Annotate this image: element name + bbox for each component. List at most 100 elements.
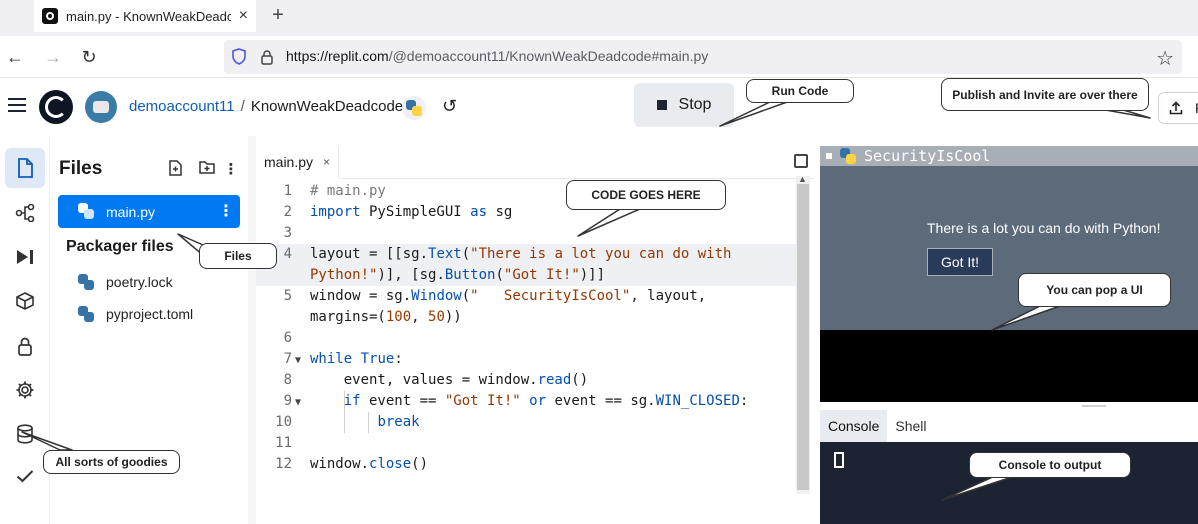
code-line: import PySimpleGUI as sg xyxy=(310,204,513,220)
url-path: /@demoaccount11/KnownWeakDeadcode#main.p… xyxy=(388,48,709,64)
file-options-icon[interactable]: ⋮ xyxy=(218,201,234,221)
callout-console-output: Console to output xyxy=(969,452,1131,478)
git-tool-icon[interactable] xyxy=(5,193,45,233)
files-panel-title: Files xyxy=(59,158,103,179)
output-window-titlebar: SecurityIsCool xyxy=(820,146,1198,166)
shield-icon xyxy=(232,48,246,65)
secrets-lock-icon[interactable] xyxy=(5,326,45,366)
output-message: There is a lot you can do with Python! xyxy=(927,220,1161,236)
forward-button[interactable]: → xyxy=(40,44,66,70)
code-line: event, values = window.read() xyxy=(310,372,589,388)
code-line: # main.py xyxy=(310,183,386,199)
file-name: poetry.lock xyxy=(106,274,173,290)
line-number: 5 xyxy=(283,288,292,304)
callout-publish: Publish and Invite are over there xyxy=(941,78,1149,111)
close-editor-tab-icon[interactable]: × xyxy=(323,155,330,169)
output-window-title: SecurityIsCool xyxy=(864,147,991,165)
editor-menu-icon[interactable] xyxy=(794,154,808,168)
debugger-tool-icon[interactable] xyxy=(5,237,45,277)
callout-goodies: All sorts of goodies xyxy=(43,450,180,474)
console-tab-bar: Console Shell xyxy=(820,410,1198,442)
code-line: layout = [[sg.Text("There is a lot you c… xyxy=(310,246,732,262)
editor-scrollbar[interactable]: ▲ xyxy=(796,174,810,494)
line-number: 11 xyxy=(275,435,292,451)
checkmark-icon[interactable] xyxy=(5,456,45,496)
stop-icon xyxy=(656,100,667,110)
replit-logo-icon[interactable] xyxy=(39,90,73,124)
replit-favicon-icon xyxy=(42,8,58,24)
file-name: pyproject.toml xyxy=(106,306,194,322)
code-editor[interactable]: main.py × 1 2 3 4 5 6 7 8 9 10 11 12 ▼ ▼… xyxy=(256,146,814,524)
fold-arrow-icon[interactable]: ▼ xyxy=(295,355,301,366)
window-menu-icon[interactable] xyxy=(826,153,832,159)
database-icon[interactable] xyxy=(5,414,45,454)
code-line: margins=(100, 50)) xyxy=(310,309,462,325)
packager-files-heading: Packager files xyxy=(66,238,174,255)
line-number: 7 xyxy=(283,351,292,367)
line-number: 12 xyxy=(275,456,292,472)
code-line: if event == "Got It!" or event == sg.WIN… xyxy=(343,393,749,409)
new-tab-button[interactable]: + xyxy=(266,3,290,27)
repl-name[interactable]: KnownWeakDeadcode xyxy=(251,98,403,115)
code-line: break xyxy=(377,414,420,430)
hamburger-menu-icon[interactable] xyxy=(8,98,26,112)
file-item-pyproject-toml[interactable]: pyproject.toml xyxy=(78,306,193,322)
line-number: 3 xyxy=(283,225,292,241)
stop-label: Stop xyxy=(678,96,712,113)
stop-button[interactable]: Stop xyxy=(634,83,734,127)
packages-tool-icon[interactable] xyxy=(5,281,45,321)
file-item-poetry-lock[interactable]: poetry.lock xyxy=(78,274,173,290)
browser-nav-bar: ← → ↻ https://replit.com/@demoaccount11/… xyxy=(0,36,1198,78)
new-file-icon[interactable] xyxy=(166,160,184,178)
panel-splitter[interactable] xyxy=(248,136,256,524)
files-tool-icon[interactable] xyxy=(5,148,45,188)
url-text: https://replit.com/@demoaccount11/KnownW… xyxy=(286,48,708,64)
avatar[interactable] xyxy=(85,91,117,123)
code-line: while True: xyxy=(310,351,403,367)
username-link[interactable]: demoaccount11 xyxy=(129,98,235,115)
python-window-icon xyxy=(840,148,856,164)
console-cursor xyxy=(834,452,844,468)
history-icon[interactable]: ↺ xyxy=(442,96,457,117)
editor-tab-bar: main.py × xyxy=(256,146,814,179)
code-line: window = sg.Window(" SecurityIsCool", la… xyxy=(310,288,707,304)
url-host: https://replit.com xyxy=(286,48,389,64)
lock-icon xyxy=(261,50,273,65)
publish-button[interactable]: P xyxy=(1158,92,1198,124)
breadcrumb-separator: / xyxy=(240,98,245,115)
line-number: 6 xyxy=(283,330,292,346)
tab-console[interactable]: Console xyxy=(820,410,888,442)
browser-tab[interactable]: main.py - KnownWeakDeadcode × xyxy=(34,0,256,32)
back-button[interactable]: ← xyxy=(2,44,28,70)
callout-files: Files xyxy=(199,243,277,269)
callout-run-code: Run Code xyxy=(746,79,854,103)
breadcrumb: demoaccount11 / KnownWeakDeadcode xyxy=(129,98,403,115)
bookmark-star-icon[interactable]: ☆ xyxy=(1156,46,1174,71)
files-more-options-icon[interactable]: ⋮ xyxy=(222,160,240,178)
line-number: 2 xyxy=(283,204,292,220)
code-line: window.close() xyxy=(310,456,429,472)
python-file-icon xyxy=(78,203,94,219)
new-folder-icon[interactable] xyxy=(198,160,216,178)
code-line: Python!")], [sg.Button("Got It!")]] xyxy=(310,267,606,283)
callout-code-goes-here: CODE GOES HERE xyxy=(566,180,726,210)
file-item-main-py[interactable]: main.py ⋮ xyxy=(58,195,240,228)
settings-gear-icon[interactable] xyxy=(5,370,45,410)
python-file-icon xyxy=(78,274,94,290)
reload-button[interactable]: ↻ xyxy=(76,44,102,70)
line-number: 9 xyxy=(283,393,292,409)
browser-tab-strip: main.py - KnownWeakDeadcode × + xyxy=(0,0,1198,36)
address-bar[interactable]: https://replit.com/@demoaccount11/KnownW… xyxy=(224,40,1182,74)
python-file-icon xyxy=(78,306,94,322)
close-tab-icon[interactable]: × xyxy=(239,7,248,25)
line-number: 1 xyxy=(283,183,292,199)
file-name: main.py xyxy=(106,203,156,220)
browser-tab-title: main.py - KnownWeakDeadcode xyxy=(66,8,231,24)
tab-shell[interactable]: Shell xyxy=(887,410,934,442)
got-it-button[interactable]: Got It! xyxy=(927,248,993,276)
pane-resize-handle[interactable] xyxy=(1082,405,1106,407)
editor-tab-main-py[interactable]: main.py × xyxy=(256,146,340,179)
line-number: 10 xyxy=(275,414,292,430)
fold-arrow-icon[interactable]: ▼ xyxy=(295,397,301,408)
line-number: 8 xyxy=(283,372,292,388)
